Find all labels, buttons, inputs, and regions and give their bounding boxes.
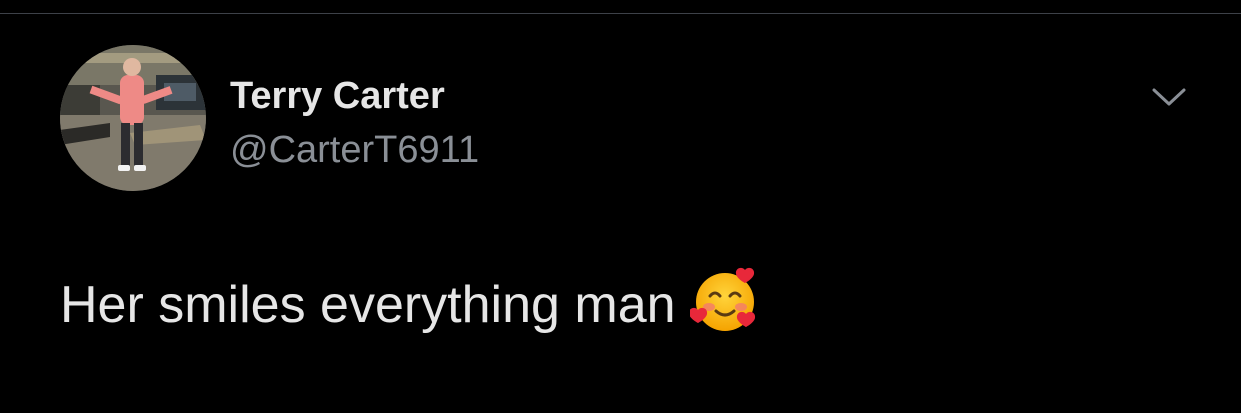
author-handle[interactable]: @CarterT6911 [230,128,479,172]
author-display-name[interactable]: Terry Carter [230,74,445,118]
chevron-down-icon[interactable] [1146,82,1192,112]
tweet-text-content: Her smiles everything man [60,276,676,334]
avatar[interactable] [60,45,206,191]
tweet[interactable]: Terry Carter @CarterT6911 Her smiles eve… [0,14,1241,413]
tweet-text: Her smiles everything man [60,266,760,336]
smiling-face-with-hearts-icon [688,266,760,336]
